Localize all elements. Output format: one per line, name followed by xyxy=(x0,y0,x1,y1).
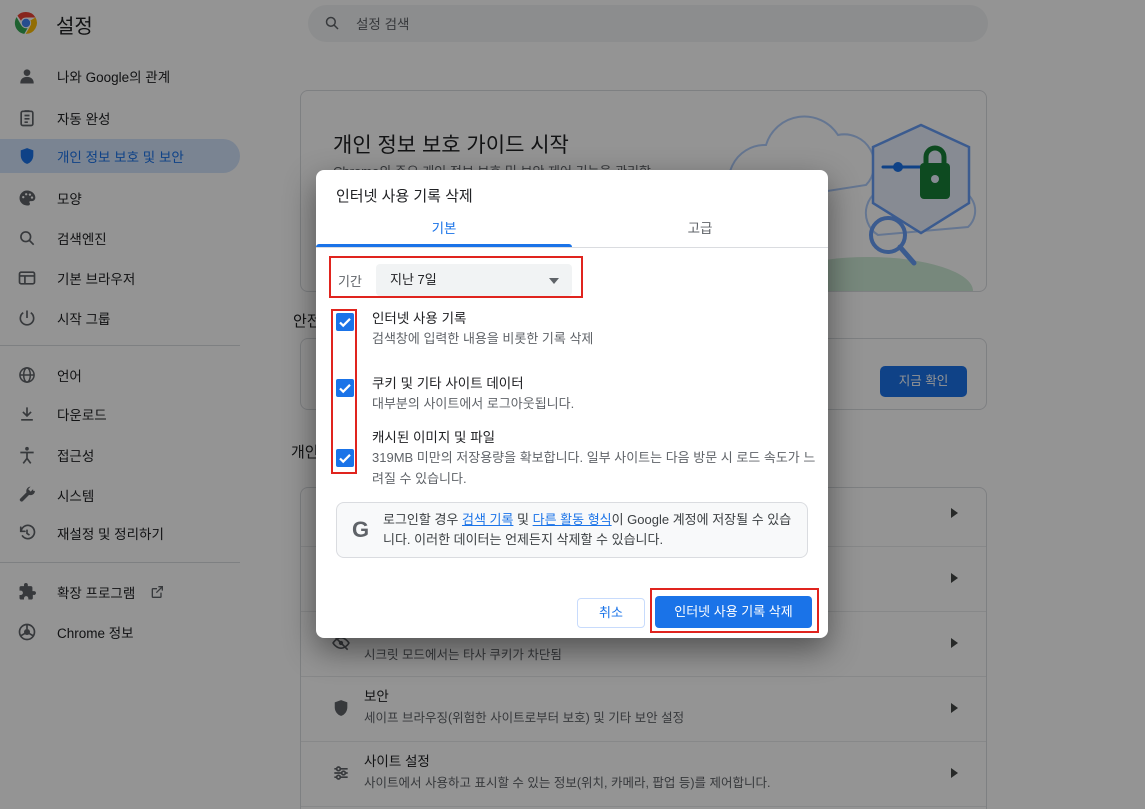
checkbox-title: 캐시된 이미지 및 파일 xyxy=(372,426,495,446)
notice-prefix: 로그인할 경우 xyxy=(383,512,462,527)
clear-browsing-data-dialog: 인터넷 사용 기록 삭제 기본 고급 기간 지난 7일 인터넷 사용 기록 검색… xyxy=(316,170,828,638)
tab-basic[interactable]: 기본 xyxy=(316,210,572,247)
time-range-value: 지난 7일 xyxy=(390,264,437,296)
cancel-button[interactable]: 취소 xyxy=(577,598,645,628)
checkbox-browsing-history[interactable] xyxy=(336,313,354,331)
checkbox-description: 대부분의 사이트에서 로그아웃됩니다. xyxy=(372,393,824,414)
search-history-link[interactable]: 검색 기록 xyxy=(462,512,513,527)
google-g-logo: G xyxy=(352,517,369,543)
checkbox-cached-images[interactable] xyxy=(336,449,354,467)
tab-advanced[interactable]: 고급 xyxy=(572,210,828,247)
checkbox-title: 인터넷 사용 기록 xyxy=(372,307,466,327)
other-activity-link[interactable]: 다른 활동 형식 xyxy=(533,512,612,527)
notice-text: 로그인할 경우 검색 기록 및 다른 활동 형식이 Google 계정에 저장될… xyxy=(383,510,797,550)
checkbox-description: 검색창에 입력한 내용을 비롯한 기록 삭제 xyxy=(372,328,824,349)
time-range-select[interactable]: 지난 7일 xyxy=(376,264,572,296)
clear-data-button[interactable]: 인터넷 사용 기록 삭제 xyxy=(655,596,812,628)
checkbox-description: 319MB 미만의 저장용량을 확보합니다. 일부 사이트는 다음 방문 시 로… xyxy=(372,447,824,489)
tab-strip-border xyxy=(316,247,828,248)
google-account-notice: G 로그인할 경우 검색 기록 및 다른 활동 형식이 Google 계정에 저… xyxy=(336,502,808,558)
checkbox-title: 쿠키 및 기타 사이트 데이터 xyxy=(372,372,524,392)
dialog-title: 인터넷 사용 기록 삭제 xyxy=(336,185,473,206)
notice-middle: 및 xyxy=(513,512,532,527)
dropdown-caret-icon xyxy=(549,278,559,284)
time-range-label: 기간 xyxy=(338,271,362,290)
checkbox-cookies[interactable] xyxy=(336,379,354,397)
chrome-settings-window: 설정 나와 Google의 관계 자동 완성 xyxy=(0,0,1145,809)
